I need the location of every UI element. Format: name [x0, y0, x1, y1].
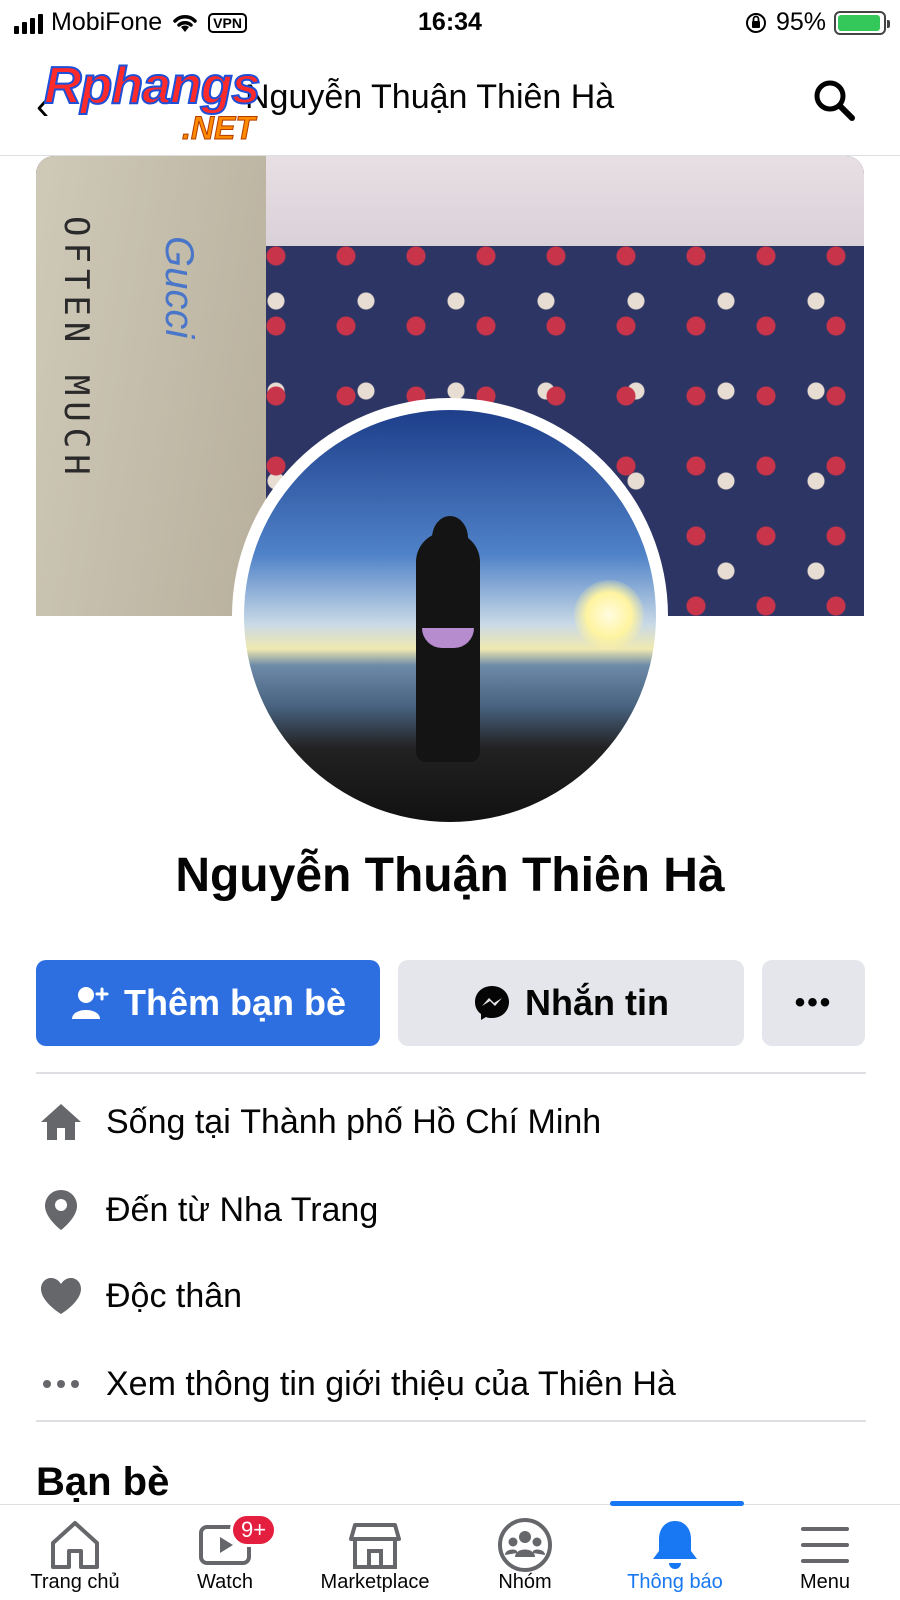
sun-shape — [574, 580, 644, 650]
profile-name: Nguyễn Thuận Thiên Hà — [175, 849, 725, 902]
friends-section-title: Bạn bè — [36, 1460, 170, 1504]
message-button[interactable]: Nhắn tin — [398, 960, 744, 1046]
messenger-icon — [475, 986, 509, 1020]
hamburger-menu-icon — [801, 1527, 849, 1563]
more-dots-icon: ••• — [794, 986, 833, 1019]
watermark-logo: Rphangs .NET — [43, 56, 314, 156]
orientation-lock-icon — [745, 12, 766, 33]
active-tab-indicator — [610, 1501, 744, 1506]
avatar-photo — [244, 410, 656, 822]
add-friend-icon — [71, 987, 109, 1019]
watch-notification-badge: 9+ — [230, 1513, 278, 1547]
search-icon[interactable] — [812, 78, 856, 122]
see-about-link[interactable]: Xem thông tin giới thiệu của Thiên Hà — [106, 1365, 676, 1404]
tab-home-label: Trang chủ — [30, 1571, 120, 1593]
from-prefix: Đến từ — [106, 1190, 220, 1229]
message-label: Nhắn tin — [525, 982, 669, 1023]
profile-avatar[interactable] — [232, 398, 668, 834]
ellipsis-icon — [36, 1359, 86, 1409]
tab-notifications-label: Thông báo — [627, 1571, 723, 1593]
lives-prefix: Sống tại — [106, 1102, 241, 1141]
location-pin-icon — [36, 1185, 86, 1235]
lives-value[interactable]: Thành phố Hồ Chí Minh — [240, 1103, 601, 1142]
pillow-text: OFTEN MUCH — [56, 216, 96, 481]
tab-menu-label: Menu — [799, 1571, 851, 1593]
status-right: 95% — [744, 8, 890, 37]
info-lives-in: Sống tại Thành phố Hồ Chí Minh — [36, 1092, 866, 1152]
watermark-sub-text: .NET — [182, 110, 256, 147]
info-from: Đến từ Nha Trang — [36, 1180, 866, 1240]
tab-notifications[interactable]: Thông báo — [600, 1501, 750, 1600]
groups-icon — [498, 1518, 552, 1572]
store-icon — [349, 1523, 401, 1569]
heart-icon — [36, 1271, 86, 1321]
more-options-button[interactable]: ••• — [762, 960, 865, 1046]
add-friend-label: Thêm bạn bè — [123, 982, 347, 1023]
tab-watch-label: Watch — [197, 1571, 253, 1593]
tab-groups-label: Nhóm — [498, 1571, 552, 1593]
info-relationship: Độc thân — [36, 1266, 866, 1326]
tab-watch[interactable]: 9+ Watch — [150, 1505, 300, 1600]
bell-icon — [653, 1521, 697, 1569]
info-see-about[interactable]: Xem thông tin giới thiệu của Thiên Hà — [36, 1354, 866, 1414]
divider — [36, 1420, 866, 1422]
battery-icon — [834, 10, 890, 35]
cover-pillow: OFTEN MUCH Gucci — [36, 156, 266, 616]
bottom-tab-bar: Trang chủ 9+ Watch Marketplace Nhóm Thôn… — [0, 1501, 900, 1600]
cover-bedsheet — [266, 156, 864, 246]
add-friend-button[interactable]: Thêm bạn bè — [36, 960, 380, 1046]
from-value[interactable]: Nha Trang — [219, 1191, 378, 1230]
status-bar: MobiFone VPN 16:34 95% — [0, 0, 900, 46]
tab-marketplace[interactable]: Marketplace — [300, 1505, 450, 1600]
home-icon — [36, 1097, 86, 1147]
tab-groups[interactable]: Nhóm — [450, 1505, 600, 1600]
divider — [36, 1072, 866, 1074]
relationship-status: Độc thân — [106, 1276, 243, 1315]
watermark-main-text: Rphangs — [43, 56, 261, 116]
tab-marketplace-label: Marketplace — [320, 1571, 430, 1593]
pillow-script-text: Gucci — [157, 236, 201, 339]
home-outline-icon — [51, 1521, 99, 1569]
tab-home[interactable]: Trang chủ — [0, 1505, 150, 1600]
battery-percent: 95% — [775, 8, 826, 36]
profile-header: ‹ Nguyễn Thuận Thiên Hà Rphangs .NET — [0, 46, 900, 156]
tab-menu[interactable]: Menu — [750, 1505, 900, 1600]
